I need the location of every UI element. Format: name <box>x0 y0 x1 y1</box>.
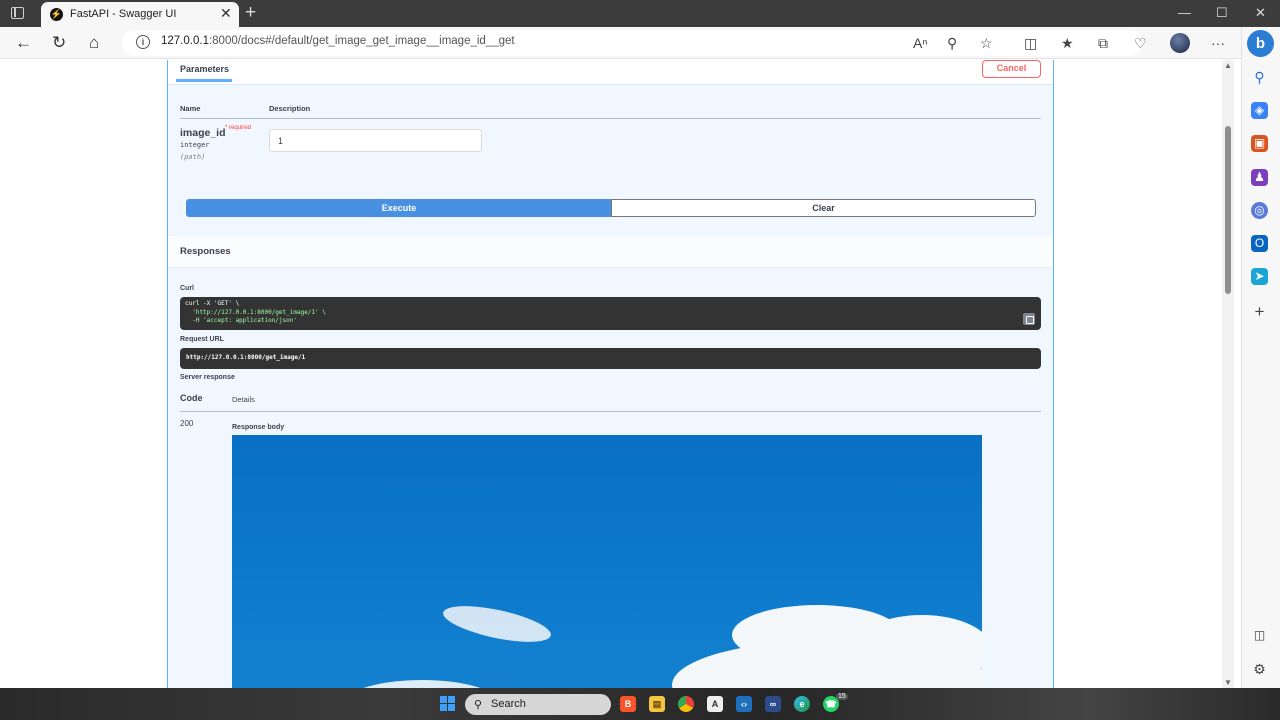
close-tab-icon[interactable]: ✕ <box>220 5 232 22</box>
text-editor-icon[interactable]: A <box>707 696 723 712</box>
column-header-name: Name <box>180 104 201 113</box>
cancel-button[interactable]: Cancel <box>982 60 1041 78</box>
favorites-icon[interactable]: ★ <box>1061 33 1074 53</box>
home-icon[interactable]: ⌂ <box>89 33 99 53</box>
profile-avatar[interactable] <box>1170 33 1190 53</box>
divider <box>180 411 1041 412</box>
response-body-label: Response body <box>232 424 285 431</box>
collections-icon[interactable]: ⧉ <box>1098 33 1108 53</box>
tools-icon[interactable]: ▣ <box>1251 135 1268 152</box>
divider <box>180 118 1041 119</box>
browser-tab-strip: ⚡ FastAPI - Swagger UI ✕ + — ☐ ✕ <box>0 0 1280 27</box>
microsoft-365-icon[interactable]: ◎ <box>1251 202 1268 219</box>
sidebar-settings-gear-icon[interactable]: ⚙ <box>1251 661 1268 678</box>
parameter-name: image_id <box>180 127 226 139</box>
parameter-location: (path) <box>180 153 206 161</box>
details-column-header: Details <box>232 395 255 404</box>
url-text: 127.0.0.1:8000/docs#/default/get_image_g… <box>161 35 515 47</box>
outlook-icon[interactable]: O <box>1251 235 1268 252</box>
page-scrollbar[interactable]: ▲ ▼ <box>1222 60 1234 688</box>
add-sidebar-icon[interactable]: + <box>1251 303 1268 320</box>
browser-essentials-icon[interactable]: ♡ <box>1134 33 1147 53</box>
split-screen-icon[interactable]: ◫ <box>1024 33 1037 53</box>
curl-line-2: 'http://127.0.0.1:8000/get_image/1' \ <box>185 308 326 316</box>
curl-line-3: -H 'accept: application/json' <box>185 317 297 324</box>
response-status-code: 200 <box>180 419 194 428</box>
parameters-header: Parameters Cancel <box>168 60 1053 85</box>
file-explorer-icon[interactable]: ▤ <box>649 696 665 712</box>
address-bar-row: ← ↻ ⌂ i 127.0.0.1:8000/docs#/default/get… <box>0 27 1280 59</box>
new-tab-button[interactable]: + <box>245 3 256 23</box>
tab-title: FastAPI - Swagger UI <box>70 8 177 20</box>
shopping-tag-icon[interactable]: ◈ <box>1251 102 1268 119</box>
scroll-thumb[interactable] <box>1225 126 1231 294</box>
tab-active-underline <box>176 79 232 82</box>
refresh-icon[interactable]: ↻ <box>52 33 66 53</box>
curl-label: Curl <box>180 285 194 292</box>
response-image-sky-clouds <box>232 435 982 700</box>
vscode-icon[interactable]: ‹› <box>736 696 752 712</box>
minimize-button[interactable]: — <box>1178 5 1191 20</box>
responses-header: Responses <box>168 236 1053 268</box>
column-header-description: Description <box>269 104 311 113</box>
image-id-input[interactable]: 1 <box>269 129 482 152</box>
drop-icon[interactable]: ➤ <box>1251 268 1268 285</box>
maximize-button[interactable]: ☐ <box>1216 5 1228 21</box>
more-menu-icon[interactable]: ··· <box>1211 33 1225 53</box>
clear-button[interactable]: Clear <box>611 199 1036 217</box>
taskbar-search[interactable]: ⚲ Search <box>465 694 611 715</box>
scroll-down-arrow-icon[interactable]: ▼ <box>1224 678 1232 687</box>
parameter-type: integer <box>180 141 210 149</box>
windows-taskbar: ⚲ Search B ▤ A ‹› ∞ e ☎ 15 <box>0 688 1280 720</box>
responses-title: Responses <box>180 246 231 257</box>
edge-icon[interactable]: e <box>794 696 810 712</box>
search-icon: ⚲ <box>474 699 483 711</box>
taskbar-search-label: Search <box>491 698 526 710</box>
zoom-icon[interactable]: ⚲ <box>947 33 957 53</box>
scroll-up-arrow-icon[interactable]: ▲ <box>1224 61 1232 70</box>
tab-actions-icon[interactable] <box>11 7 24 19</box>
search-icon[interactable]: ⚲ <box>1251 69 1268 86</box>
cloud-shape <box>852 615 982 685</box>
edge-sidebar: b ⚲ ◈ ▣ ♟ ◎ O ➤ + ◫ ⚙ <box>1241 27 1280 688</box>
server-response-label: Server response <box>180 374 235 381</box>
curl-code-block[interactable]: curl -X 'GET' \ 'http://127.0.0.1:8000/g… <box>180 297 1041 330</box>
chrome-icon[interactable] <box>678 696 694 712</box>
tab-parameters[interactable]: Parameters <box>180 64 229 74</box>
fastapi-favicon-icon: ⚡ <box>50 8 63 21</box>
games-icon[interactable]: ♟ <box>1251 169 1268 186</box>
visual-studio-icon[interactable]: ∞ <box>765 696 781 712</box>
bing-copilot-icon[interactable]: b <box>1247 30 1274 57</box>
windows-start-icon[interactable] <box>440 696 456 712</box>
request-url-code-block[interactable]: http://127.0.0.1:8000/get_image/1 <box>180 348 1041 369</box>
tab-fastapi[interactable]: ⚡ FastAPI - Swagger UI ✕ <box>41 2 239 27</box>
execute-button[interactable]: Execute <box>186 199 612 217</box>
site-info-icon[interactable]: i <box>136 35 150 49</box>
request-url-label: Request URL <box>180 336 224 343</box>
required-badge: * required <box>225 125 252 131</box>
close-window-button[interactable]: ✕ <box>1255 5 1266 21</box>
favorite-star-icon[interactable]: ☆ <box>980 33 993 53</box>
operation-block-get-image: Parameters Cancel Name Description image… <box>167 60 1054 700</box>
cloud-shape <box>440 598 554 650</box>
hide-sidebar-icon[interactable]: ◫ <box>1251 627 1268 644</box>
brave-browser-icon[interactable]: B <box>620 696 636 712</box>
copy-to-clipboard-icon[interactable] <box>1023 313 1035 325</box>
back-icon[interactable]: ← <box>15 33 32 53</box>
read-aloud-icon[interactable]: Aⁿ <box>913 33 927 53</box>
code-column-header: Code <box>180 393 203 403</box>
notification-count-badge: 15 <box>836 693 848 700</box>
curl-line-1: curl -X 'GET' \ <box>185 300 240 307</box>
